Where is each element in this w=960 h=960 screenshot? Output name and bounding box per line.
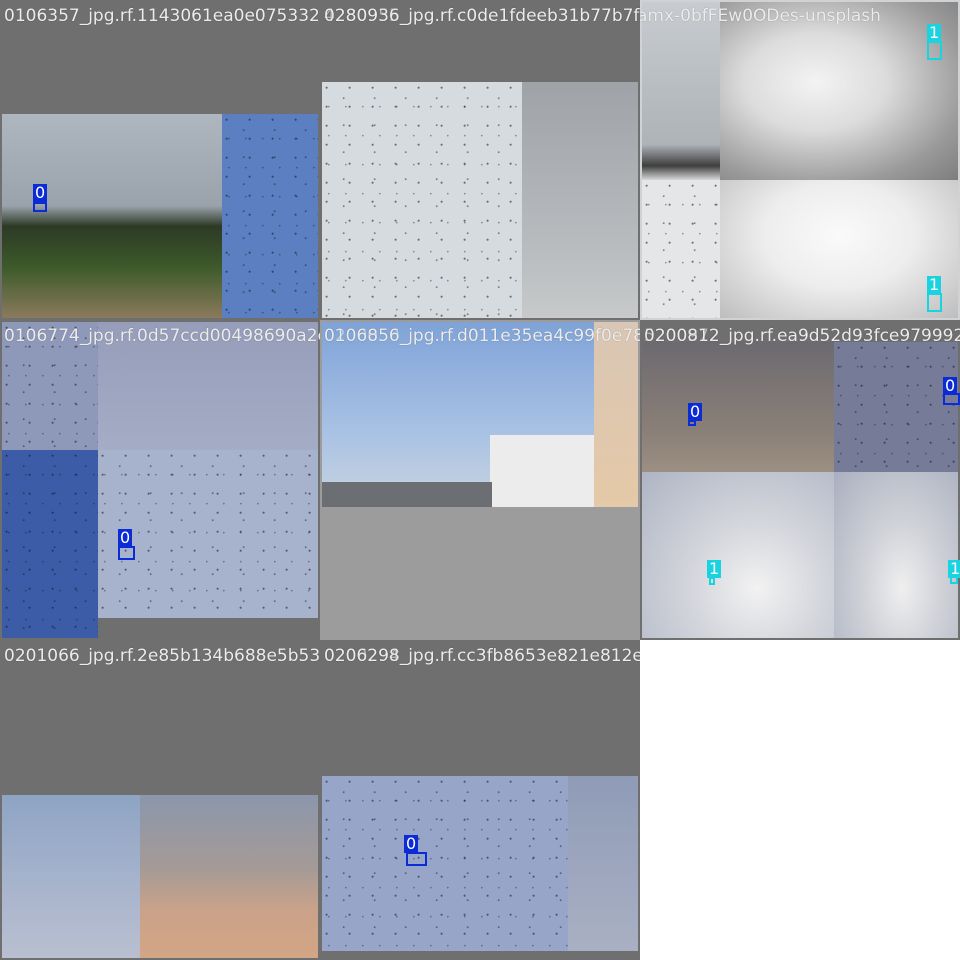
tile-filename-overlap: 0200294 xyxy=(324,646,400,666)
bird-bounding-box xyxy=(33,202,47,212)
class-label: 1 xyxy=(927,275,942,294)
grey-sky-photo xyxy=(522,82,638,318)
cumulus-photo-right xyxy=(834,472,958,638)
landscape-photo xyxy=(2,114,222,318)
warm-sky-photo xyxy=(594,322,638,507)
class-label: 0 xyxy=(404,834,419,853)
class-label: 1 xyxy=(927,23,942,42)
sky-photo-top-left xyxy=(2,322,98,450)
mosaic-tile-5: 0 0 1 1 0200812_jpg.rf.ea9d52d93fce97999… xyxy=(640,320,960,640)
speckled-sky-photo xyxy=(322,776,568,951)
mosaic-tile-4: 0106856_jpg.rf.d011e35ea4c99f0e787 02000… xyxy=(320,320,640,640)
mosaic-tile-2: 1 1 …amx-0bfFEw0ODes-unsplash xyxy=(640,0,960,320)
class-label: 0 xyxy=(688,402,703,421)
mosaic-tile-1: 0280936_jpg.rf.c0de1fdeeb31b77b7f 428095… xyxy=(320,0,640,320)
mosaic-tile-6: 0201066_jpg.rf.2e85b134b688e5b53 xyxy=(0,640,320,960)
tile-filename: 0201066_jpg.rf.2e85b134b688e5b53 xyxy=(4,646,320,666)
tile-filename: 0280936_jpg.rf.c0de1fdeeb31b77b7f xyxy=(324,6,640,26)
cloud-photo-top-left xyxy=(642,2,720,180)
sunset-sky-photo xyxy=(140,795,318,958)
bird-bounding-box xyxy=(927,41,942,60)
dusk-sky-photo xyxy=(642,342,834,472)
speckled-sky-photo xyxy=(834,342,958,472)
sky-photo-top-right xyxy=(98,322,318,450)
tile-filename: 0206298_jpg.rf.cc3fb8653e821e812eb95760e xyxy=(324,646,640,666)
cloud-photo-bottom-right xyxy=(720,180,958,318)
speckled-sky-photo xyxy=(322,82,522,318)
empty-mosaic-slot xyxy=(640,640,960,960)
bird-bounding-box xyxy=(709,577,715,585)
building-shape xyxy=(490,435,594,507)
bird-bounding-box xyxy=(118,546,135,560)
class-label: 0 xyxy=(118,528,133,547)
cloud-photo-top-right xyxy=(720,2,958,180)
tile-filename: 0106357_jpg.rf.1143061ea0e075332 xyxy=(4,6,320,26)
class-label: 1 xyxy=(707,559,722,578)
class-label: 0 xyxy=(943,376,958,395)
bird-bounding-box xyxy=(927,293,942,312)
cumulus-photo-left xyxy=(642,472,834,638)
blue-sky-photo xyxy=(2,795,140,958)
class-label: 0 xyxy=(33,183,48,202)
tile-filename-overlap: 4280955 xyxy=(324,6,400,26)
sky-photo-bottom-left xyxy=(2,450,98,638)
mosaic-tile-0: 0 0106357_jpg.rf.1143061ea0e075332 xyxy=(0,0,320,320)
grey-blue-sky-photo xyxy=(568,776,638,951)
bird-bounding-box xyxy=(406,852,427,866)
mosaic-tile-3: 0 0106774_jpg.rf.0d57ccd00498690a2c xyxy=(0,320,320,640)
mosaic-tile-7: 0 0206298_jpg.rf.cc3fb8653e821e812eb9576… xyxy=(320,640,640,960)
sky-texture-photo xyxy=(222,114,318,318)
pier-shape xyxy=(322,482,492,507)
cloud-photo-bottom-left xyxy=(642,180,720,318)
class-label: 1 xyxy=(948,560,960,578)
